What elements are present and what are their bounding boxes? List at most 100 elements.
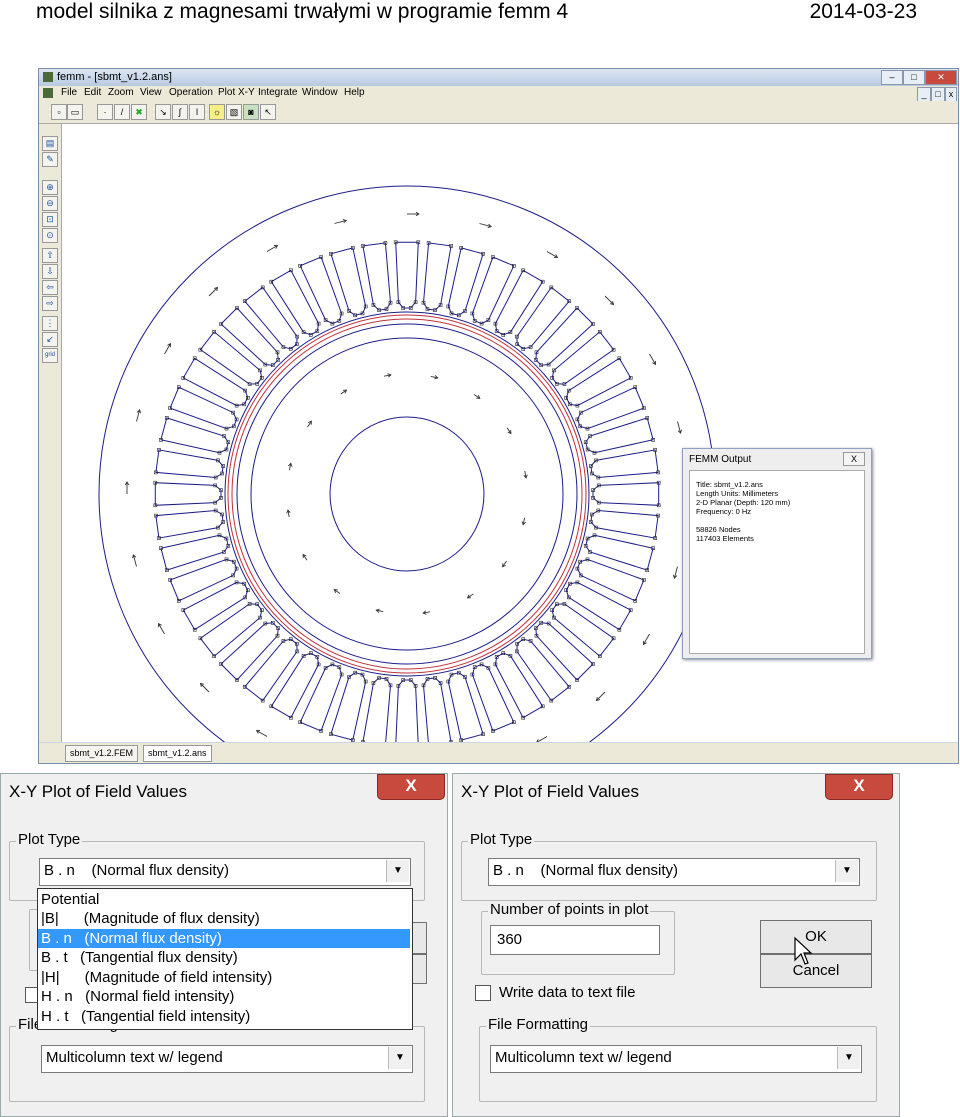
dropdown-option-h-magnitude[interactable]: |H| (Magnitude of field intensity)	[38, 968, 410, 987]
dialog-close-button[interactable]: X	[377, 774, 445, 800]
plot-type-label: Plot Type	[16, 831, 83, 848]
write-data-checkbox[interactable]	[475, 985, 491, 1001]
femm-titlebar: femm - [sbmt_v1.2.ans] – □ ✕	[39, 69, 958, 86]
chevron-down-icon[interactable]: ▼	[386, 860, 409, 882]
stator-slot	[516, 638, 570, 702]
points-label: Number of points in plot	[488, 901, 651, 918]
zoom-out-icon[interactable]: ⊖	[42, 196, 58, 211]
chevron-down-icon[interactable]: ▼	[835, 860, 858, 882]
pan-right-icon[interactable]: ⇨	[42, 296, 58, 311]
menu-integrate[interactable]: Integrate	[258, 87, 297, 98]
grid-size-icon[interactable]: grid	[42, 348, 58, 363]
output-line: Title: sbmt_v1.2.ans	[696, 480, 763, 489]
arrow-icon[interactable]: ↖	[260, 104, 276, 120]
file-formatting-value: Multicolumn text w/ legend	[495, 1049, 672, 1066]
pan-down-icon[interactable]: ⇩	[42, 264, 58, 279]
plot-type-dropdown-list: Potential |B| (Magnitude of flux density…	[37, 888, 413, 1030]
stator-slot	[494, 269, 544, 336]
zoom-natural-icon[interactable]: ⊙	[42, 228, 58, 243]
stator-slot	[585, 417, 654, 454]
stator-slot	[270, 652, 320, 719]
menu-view[interactable]: View	[140, 87, 162, 98]
menu-edit[interactable]: Edit	[84, 87, 101, 98]
mdi-minimize-button[interactable]: _	[917, 87, 931, 102]
block-icon[interactable]: ✖	[131, 104, 147, 120]
view-results-icon[interactable]: ▤	[42, 136, 58, 151]
stator-slot	[565, 581, 632, 631]
dropdown-option-h-normal[interactable]: H . n (Normal field intensity)	[38, 987, 410, 1006]
ok-button[interactable]: OK	[760, 920, 872, 954]
file-formatting-select[interactable]: Multicolumn text w/ legend ▼	[41, 1045, 413, 1073]
vector-icon[interactable]: ▧	[226, 104, 242, 120]
output-line: 117403 Elements	[696, 534, 754, 543]
mdi-restore-button[interactable]: □	[931, 87, 945, 102]
tab-fem-file[interactable]: sbmt_v1.2.FEM	[65, 745, 139, 762]
contour-icon[interactable]: ↘	[155, 104, 171, 120]
menu-window[interactable]: Window	[302, 87, 338, 98]
tab-ans-file[interactable]: sbmt_v1.2.ans	[143, 745, 212, 762]
flux-arrow	[536, 736, 548, 743]
file-formatting-label: File Formatting	[486, 1016, 591, 1033]
grid-show-icon[interactable]: ⋮	[42, 316, 58, 331]
dropdown-option-potential[interactable]: Potential	[38, 890, 410, 909]
cancel-button[interactable]: Cancel	[760, 954, 872, 988]
stator-slot	[585, 534, 654, 571]
density-icon[interactable]: ☼	[209, 104, 225, 120]
maximize-button[interactable]: □	[903, 70, 925, 85]
femm-output-text: Title: sbmt_v1.2.ans Length Units: Milli…	[689, 470, 865, 654]
menu-zoom[interactable]: Zoom	[108, 87, 134, 98]
stator-slot	[220, 307, 279, 366]
femm-output-close-button[interactable]: X	[843, 452, 865, 466]
stator-slot	[199, 331, 263, 385]
stator-slot	[422, 242, 452, 311]
shaft-circle	[329, 416, 485, 572]
mdi-close-button[interactable]: x	[945, 87, 957, 102]
stator-slot	[330, 672, 367, 741]
menu-plot-xy[interactable]: Plot X-Y	[218, 87, 255, 98]
close-button[interactable]: ✕	[925, 70, 957, 85]
menu-help[interactable]: Help	[344, 87, 365, 98]
pan-up-icon[interactable]: ⇧	[42, 248, 58, 263]
flux-arrow	[596, 691, 606, 701]
chevron-down-icon[interactable]: ▼	[837, 1047, 860, 1069]
line-icon[interactable]: /	[114, 104, 130, 120]
stator-slot	[182, 357, 249, 407]
dropdown-option-b-normal[interactable]: B . n (Normal flux density)	[38, 929, 410, 948]
output-line: Frequency: 0 Hz	[696, 507, 752, 516]
stator-slot	[199, 603, 263, 657]
open-file-icon[interactable]: ▭	[67, 104, 83, 120]
file-formatting-select[interactable]: Multicolumn text w/ legend ▼	[490, 1045, 862, 1073]
mouse-pointer-icon	[794, 936, 813, 965]
points-input[interactable]: 360	[490, 925, 660, 955]
plot-icon[interactable]: ǀ	[189, 104, 205, 120]
grid-snap-icon[interactable]: ↙	[42, 332, 58, 347]
contour-plot-icon[interactable]: ◙	[243, 104, 259, 120]
stator-slot	[395, 241, 419, 309]
dropdown-option-b-tangential[interactable]: B . t (Tangential flux density)	[38, 948, 410, 967]
plot-type-select[interactable]: B . n (Normal flux density) ▼	[39, 858, 411, 886]
point-icon[interactable]: ·	[97, 104, 113, 120]
dropdown-option-h-tangential[interactable]: H . t (Tangential field intensity)	[38, 1007, 410, 1026]
chevron-down-icon[interactable]: ▼	[388, 1047, 411, 1069]
new-file-icon[interactable]: ▫	[51, 104, 67, 120]
stator-slot	[244, 638, 298, 702]
zoom-in-icon[interactable]: ⊕	[42, 180, 58, 195]
dropdown-option-b-magnitude[interactable]: |B| (Magnitude of flux density)	[38, 909, 410, 928]
stator-slot	[590, 449, 659, 479]
menu-operation[interactable]: Operation	[169, 87, 213, 98]
edit-icon[interactable]: ✎	[42, 152, 58, 167]
femm-window: femm - [sbmt_v1.2.ans] – □ ✕ File Edit Z…	[38, 68, 959, 764]
menu-file[interactable]: File	[61, 87, 77, 98]
stator-slot	[270, 269, 320, 336]
left-toolbar: ▤ ✎ ⊕ ⊖ ⊡ ⊙ ⇧ ⇩ ⇦ ⇨ ⋮ ↙ grid	[39, 124, 62, 742]
airgap-circle	[227, 314, 587, 674]
plot-type-select[interactable]: B . n (Normal flux density) ▼	[488, 858, 860, 886]
stator-slot	[516, 286, 570, 350]
pan-left-icon[interactable]: ⇦	[42, 280, 58, 295]
integral-icon[interactable]: ∫	[172, 104, 188, 120]
dialog-close-button[interactable]: X	[825, 774, 893, 800]
minimize-button[interactable]: –	[881, 70, 903, 85]
stator-slot	[182, 581, 249, 631]
stator-slot	[535, 307, 594, 366]
zoom-window-icon[interactable]: ⊡	[42, 212, 58, 227]
